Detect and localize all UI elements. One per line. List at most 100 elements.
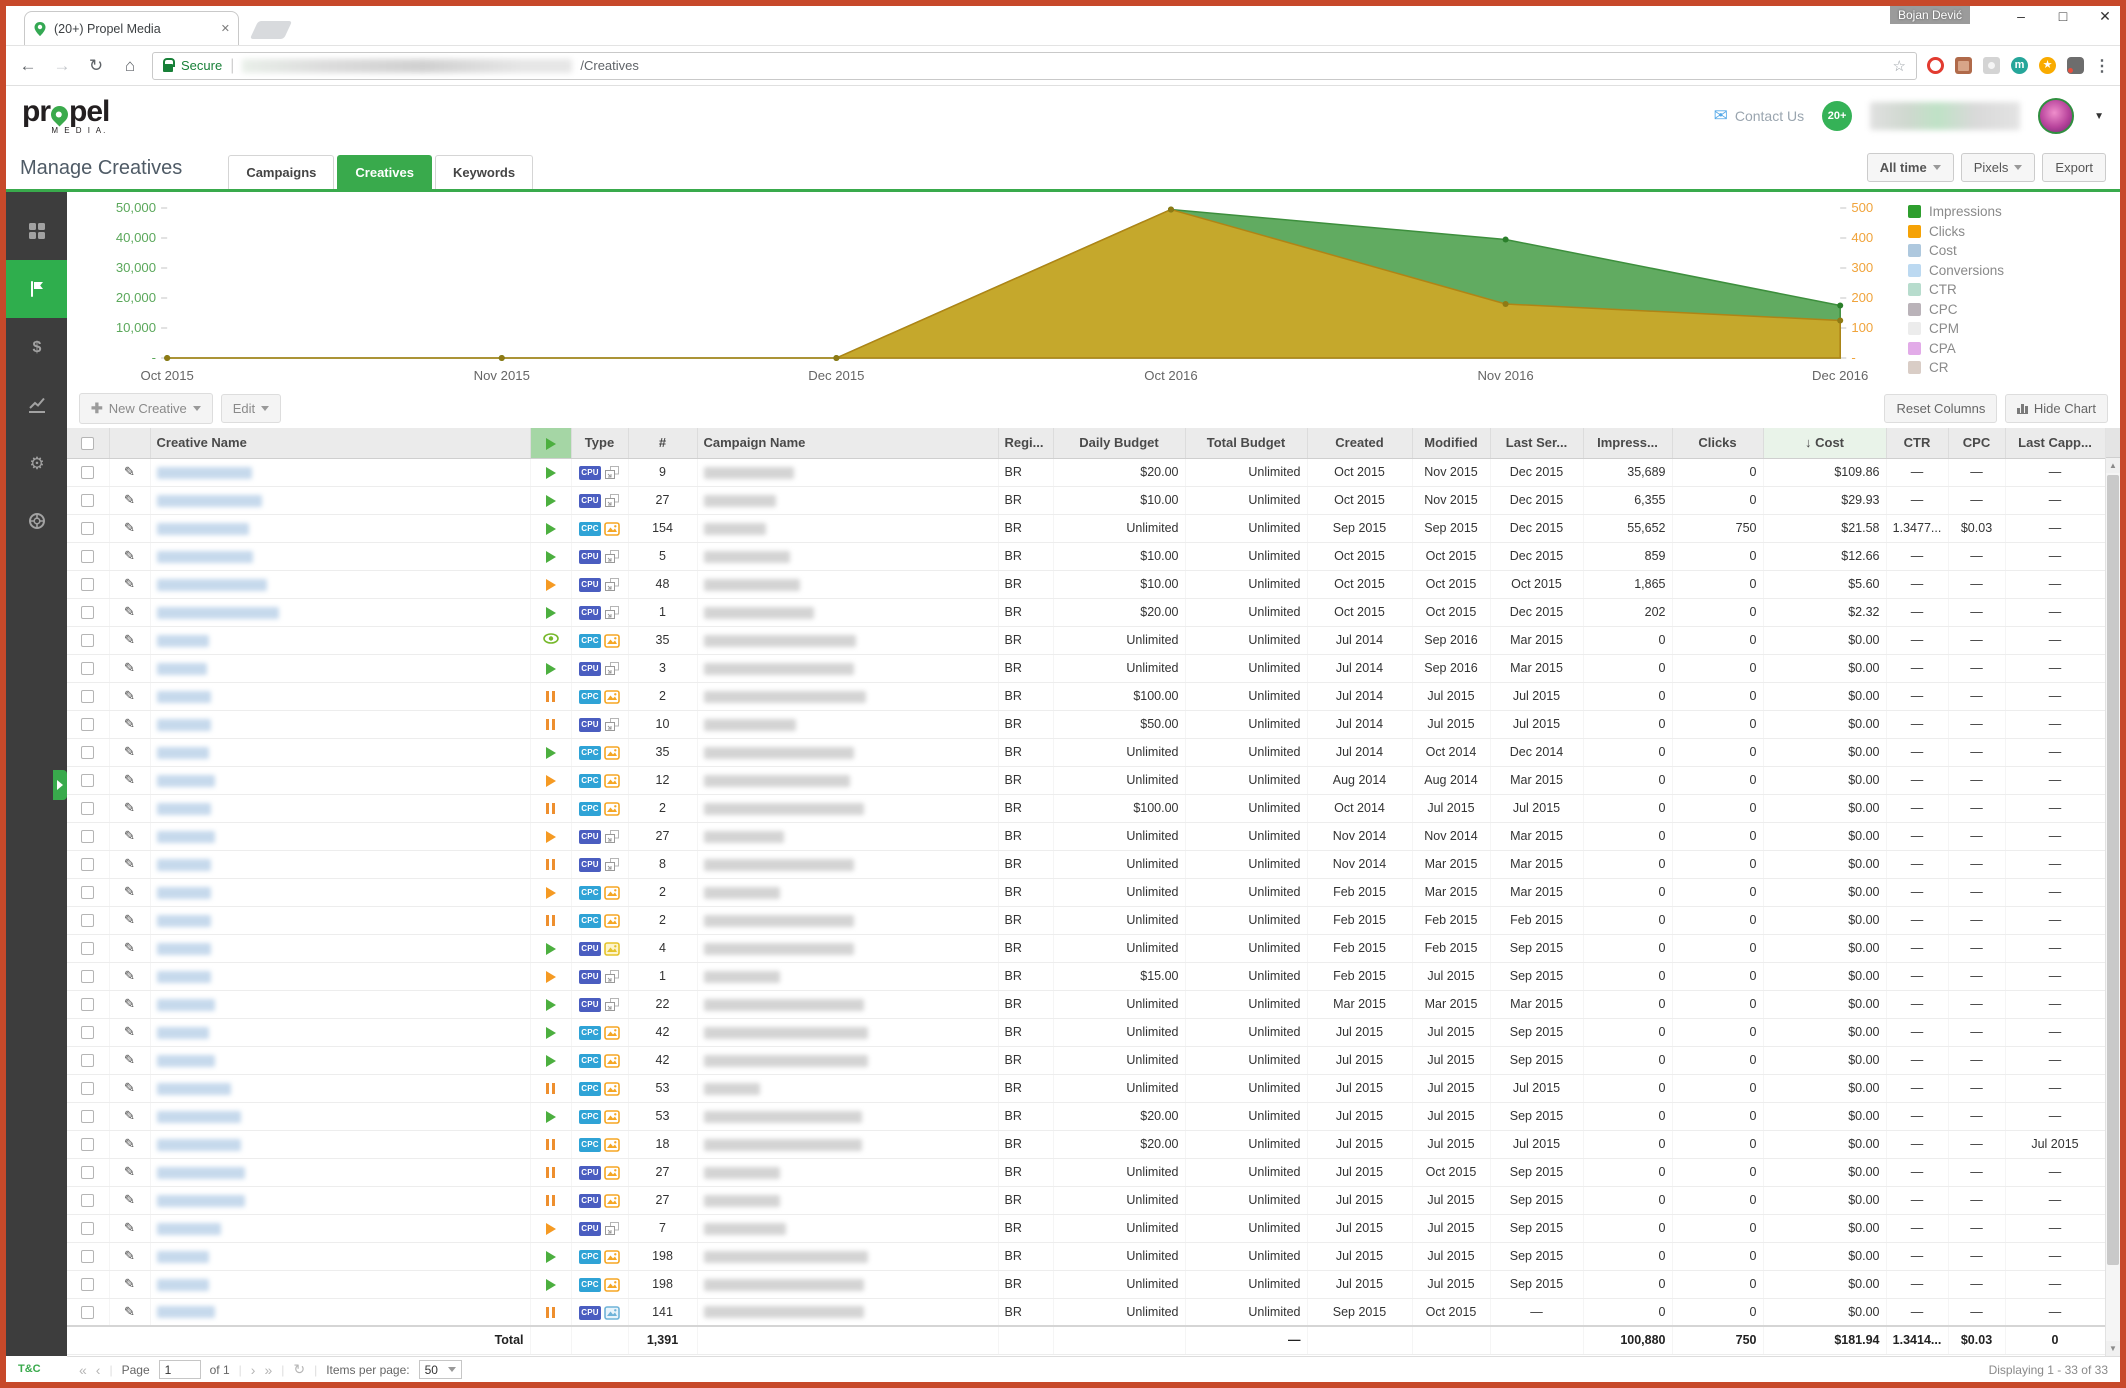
status-running-icon[interactable] [546, 663, 556, 675]
campaign-name-redacted[interactable] [704, 607, 814, 619]
camera-icon[interactable] [1983, 57, 2000, 74]
edit-pencil-icon[interactable]: ✎ [124, 912, 135, 927]
col-cost-sorted[interactable]: ↓ Cost [1763, 428, 1886, 458]
campaign-name-redacted[interactable] [704, 1083, 760, 1095]
status-running-icon[interactable] [546, 1251, 556, 1263]
next-page-icon[interactable]: › [251, 1362, 256, 1378]
page-number-input[interactable] [159, 1360, 201, 1379]
close-button[interactable]: ✕ [2096, 8, 2114, 25]
campaign-name-redacted[interactable] [704, 831, 784, 843]
legend-item-ctr[interactable]: CTR [1908, 280, 2116, 300]
creative-name-redacted[interactable] [157, 1083, 231, 1095]
status-paused-icon[interactable] [546, 915, 556, 926]
campaign-name-redacted[interactable] [704, 691, 866, 703]
terms-link[interactable]: T&C [18, 1363, 41, 1375]
col-number[interactable]: # [628, 428, 697, 458]
last-page-icon[interactable]: » [264, 1362, 272, 1378]
edit-pencil-icon[interactable]: ✎ [124, 744, 135, 759]
evernote-icon[interactable] [2067, 57, 2084, 74]
campaign-name-redacted[interactable] [704, 999, 864, 1011]
row-checkbox[interactable] [81, 1138, 94, 1151]
creative-name-redacted[interactable] [157, 467, 252, 479]
creative-name-redacted[interactable] [157, 887, 211, 899]
creative-name-redacted[interactable] [157, 1223, 221, 1235]
tab-creatives[interactable]: Creatives [337, 155, 432, 189]
browser-menu-icon[interactable]: ⋮ [2094, 56, 2110, 76]
campaign-name-redacted[interactable] [704, 915, 854, 927]
col-creative-name[interactable]: Creative Name [150, 428, 530, 458]
edit-button[interactable]: Edit [221, 394, 281, 423]
edit-pencil-icon[interactable]: ✎ [124, 1248, 135, 1263]
row-checkbox[interactable] [81, 494, 94, 507]
col-modified[interactable]: Modified [1412, 428, 1490, 458]
edit-pencil-icon[interactable]: ✎ [124, 492, 135, 507]
creative-name-redacted[interactable] [157, 663, 207, 675]
maximize-button[interactable]: □ [2054, 8, 2072, 25]
row-checkbox[interactable] [81, 886, 94, 899]
home-icon[interactable]: ⌂ [118, 56, 142, 76]
back-icon[interactable]: ← [16, 56, 40, 76]
edit-pencil-icon[interactable]: ✎ [124, 464, 135, 479]
edit-pencil-icon[interactable]: ✎ [124, 884, 135, 899]
row-checkbox[interactable] [81, 718, 94, 731]
edit-pencil-icon[interactable]: ✎ [124, 1164, 135, 1179]
status-running-icon[interactable] [546, 495, 556, 507]
status-pending-icon[interactable] [546, 887, 556, 899]
col-ctr[interactable]: CTR [1886, 428, 1948, 458]
row-checkbox[interactable] [81, 1222, 94, 1235]
creative-name-redacted[interactable] [157, 775, 215, 787]
legend-item-cost[interactable]: Cost [1908, 241, 2116, 261]
row-checkbox[interactable] [81, 774, 94, 787]
sidebar-item-support[interactable] [6, 492, 67, 550]
row-checkbox[interactable] [81, 1026, 94, 1039]
reset-columns-button[interactable]: Reset Columns [1884, 394, 1997, 423]
col-last-served[interactable]: Last Ser... [1490, 428, 1583, 458]
tab-campaigns[interactable]: Campaigns [228, 155, 334, 189]
campaign-name-redacted[interactable] [704, 803, 864, 815]
sidebar-item-billing[interactable]: $ [6, 318, 67, 376]
creative-name-redacted[interactable] [157, 495, 262, 507]
edit-pencil-icon[interactable]: ✎ [124, 1276, 135, 1291]
creative-name-redacted[interactable] [157, 607, 279, 619]
new-tab-button[interactable] [250, 21, 292, 39]
status-paused-icon[interactable] [546, 691, 556, 702]
pixels-button[interactable]: Pixels [1961, 153, 2036, 182]
col-clicks[interactable]: Clicks [1672, 428, 1763, 458]
col-last-capp[interactable]: Last Capp... [2005, 428, 2105, 458]
status-running-icon[interactable] [546, 747, 556, 759]
col-created[interactable]: Created [1307, 428, 1412, 458]
row-checkbox[interactable] [81, 634, 94, 647]
campaign-name-redacted[interactable] [704, 775, 850, 787]
status-running-icon[interactable] [546, 1279, 556, 1291]
legend-item-clicks[interactable]: Clicks [1908, 222, 2116, 242]
creative-name-redacted[interactable] [157, 803, 211, 815]
forward-icon[interactable]: → [50, 56, 74, 76]
col-campaign-name[interactable]: Campaign Name [697, 428, 998, 458]
row-checkbox[interactable] [81, 606, 94, 619]
avatar[interactable] [2038, 98, 2074, 134]
bookmark-star-icon[interactable]: ☆ [1893, 57, 1906, 75]
creative-name-redacted[interactable] [157, 831, 215, 843]
creative-name-redacted[interactable] [157, 1055, 215, 1067]
creative-name-redacted[interactable] [157, 943, 211, 955]
row-checkbox[interactable] [81, 466, 94, 479]
row-checkbox[interactable] [81, 998, 94, 1011]
refresh-icon[interactable]: ↻ [293, 1361, 305, 1378]
contact-us-link[interactable]: ✉ Contact Us [1714, 106, 1805, 126]
campaign-name-redacted[interactable] [704, 523, 766, 535]
status-paused-icon[interactable] [546, 1307, 556, 1318]
edit-pencil-icon[interactable]: ✎ [124, 828, 135, 843]
edit-pencil-icon[interactable]: ✎ [124, 548, 135, 563]
table-scrollbar[interactable]: ▲ ▼ [2105, 428, 2120, 1356]
sidebar-item-reports[interactable] [6, 376, 67, 434]
scrollbar-thumb[interactable] [2107, 475, 2119, 1265]
creative-name-redacted[interactable] [157, 1279, 209, 1291]
edit-pencil-icon[interactable]: ✎ [124, 1024, 135, 1039]
status-paused-icon[interactable] [546, 1139, 556, 1150]
star-badge-icon[interactable]: ★ [2039, 57, 2056, 74]
campaign-name-redacted[interactable] [704, 1279, 864, 1291]
campaign-name-redacted[interactable] [704, 859, 854, 871]
campaign-name-redacted[interactable] [704, 971, 780, 983]
creative-name-redacted[interactable] [157, 579, 267, 591]
creative-name-redacted[interactable] [157, 1027, 209, 1039]
